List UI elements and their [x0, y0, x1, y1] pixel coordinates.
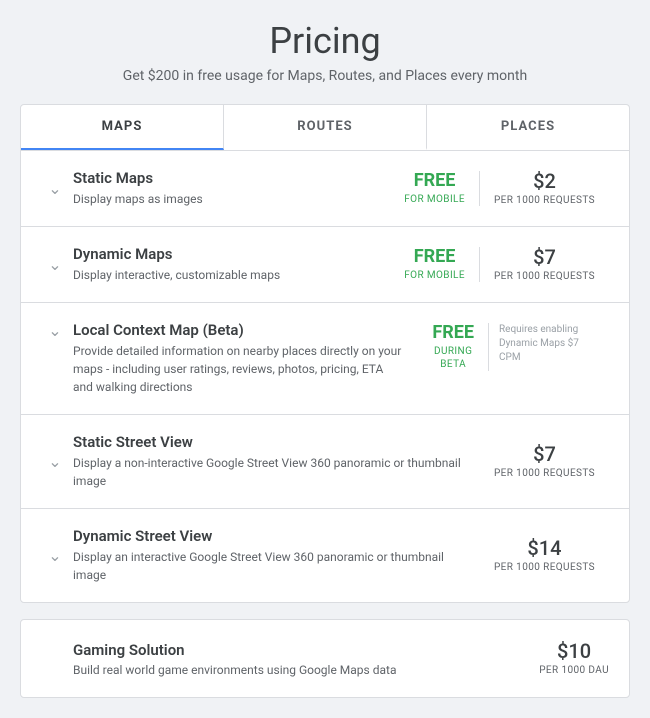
- static-street-view-title: Static Street View: [73, 433, 464, 451]
- static-maps-free-value: FREE: [404, 171, 465, 191]
- tab-places[interactable]: PLACES: [427, 105, 629, 150]
- chevron-static-maps[interactable]: ⌄: [41, 181, 69, 197]
- dynamic-street-view-pricing: $14 PER 1000 REQUESTS: [480, 537, 609, 574]
- row-local-context: ⌄ Local Context Map (Beta) Provide detai…: [21, 303, 629, 415]
- static-maps-free-label: FOR MOBILE: [404, 193, 465, 206]
- page-subtitle: Get $200 in free usage for Maps, Routes,…: [20, 68, 630, 84]
- static-street-view-pricing: $7 PER 1000 REQUESTS: [480, 443, 609, 480]
- dynamic-maps-pricing: FREE FOR MOBILE $7 PER 1000 REQUESTS: [390, 246, 609, 283]
- chevron-down-icon: ⌄: [48, 181, 61, 197]
- dynamic-maps-price-block: $7 PER 1000 REQUESTS: [480, 246, 609, 283]
- gaming-price-label: PER 1000 DAU: [539, 664, 609, 677]
- dynamic-maps-free-block: FREE FOR MOBILE: [390, 247, 480, 282]
- tab-maps[interactable]: MAPS: [21, 105, 224, 150]
- static-maps-price-block: $2 PER 1000 REQUESTS: [480, 170, 609, 207]
- local-context-free-value: FREE: [432, 323, 474, 343]
- static-street-view-price-block: $7 PER 1000 REQUESTS: [480, 443, 609, 480]
- chevron-static-street-view[interactable]: ⌄: [41, 454, 69, 470]
- row-dynamic-street-view: ⌄ Dynamic Street View Display an interac…: [21, 509, 629, 602]
- dynamic-maps-desc: Display interactive, customizable maps: [73, 266, 374, 284]
- local-context-free-label: DURING BETA: [432, 345, 474, 371]
- dynamic-street-view-price-label: PER 1000 REQUESTS: [494, 561, 595, 574]
- static-street-view-desc: Display a non-interactive Google Street …: [73, 454, 464, 490]
- dynamic-street-view-info: Dynamic Street View Display an interacti…: [69, 527, 480, 584]
- tabs-container: MAPS ROUTES PLACES: [21, 105, 629, 151]
- gaming-info: Gaming Solution Build real world game en…: [73, 641, 519, 677]
- dynamic-maps-free-label: FOR MOBILE: [404, 269, 465, 282]
- gaming-price-block: $10 PER 1000 DAU: [519, 640, 609, 677]
- local-context-free-block: FREE DURING BETA: [418, 323, 489, 371]
- static-maps-price-value: $2: [494, 170, 595, 192]
- static-maps-free-block: FREE FOR MOBILE: [390, 171, 480, 206]
- gaming-price-value: $10: [539, 640, 609, 662]
- row-static-maps: ⌄ Static Maps Display maps as images FRE…: [21, 151, 629, 227]
- gaming-title: Gaming Solution: [73, 641, 519, 659]
- chevron-dynamic-street-view[interactable]: ⌄: [41, 548, 69, 564]
- chevron-down-icon: ⌄: [48, 323, 61, 339]
- chevron-dynamic-maps[interactable]: ⌄: [41, 257, 69, 273]
- dynamic-street-view-title: Dynamic Street View: [73, 527, 464, 545]
- static-street-view-price-value: $7: [494, 443, 595, 465]
- static-street-view-info: Static Street View Display a non-interac…: [69, 433, 480, 490]
- local-context-note: Requires enabling Dynamic Maps $7 CPM: [489, 323, 609, 365]
- chevron-down-icon: ⌄: [48, 548, 61, 564]
- dynamic-maps-price-value: $7: [494, 246, 595, 268]
- local-context-title: Local Context Map (Beta): [73, 321, 402, 339]
- static-maps-desc: Display maps as images: [73, 190, 374, 208]
- row-static-street-view: ⌄ Static Street View Display a non-inter…: [21, 415, 629, 509]
- dynamic-street-view-desc: Display an interactive Google Street Vie…: [73, 548, 464, 584]
- chevron-down-icon: ⌄: [48, 257, 61, 273]
- static-street-view-price-label: PER 1000 REQUESTS: [494, 467, 595, 480]
- static-maps-pricing: FREE FOR MOBILE $2 PER 1000 REQUESTS: [390, 170, 609, 207]
- page-wrapper: Pricing Get $200 in free usage for Maps,…: [20, 20, 630, 698]
- gaming-desc: Build real world game environments using…: [73, 663, 519, 677]
- tab-routes[interactable]: ROUTES: [224, 105, 427, 150]
- local-context-desc: Provide detailed information on nearby p…: [73, 342, 402, 396]
- chevron-local-context[interactable]: ⌄: [41, 321, 69, 339]
- dynamic-maps-title: Dynamic Maps: [73, 245, 374, 263]
- page-header: Pricing Get $200 in free usage for Maps,…: [20, 20, 630, 84]
- dynamic-maps-price-label: PER 1000 REQUESTS: [494, 270, 595, 283]
- local-context-info: Local Context Map (Beta) Provide detaile…: [69, 321, 418, 396]
- local-context-pricing: FREE DURING BETA Requires enabling Dynam…: [418, 321, 609, 371]
- dynamic-maps-info: Dynamic Maps Display interactive, custom…: [69, 245, 390, 284]
- page-title: Pricing: [20, 20, 630, 62]
- dynamic-street-view-price-value: $14: [494, 537, 595, 559]
- row-dynamic-maps: ⌄ Dynamic Maps Display interactive, cust…: [21, 227, 629, 303]
- pricing-card: MAPS ROUTES PLACES ⌄ Static Maps Display…: [20, 104, 630, 603]
- dynamic-maps-free-value: FREE: [404, 247, 465, 267]
- static-maps-info: Static Maps Display maps as images: [69, 169, 390, 208]
- dynamic-street-view-price-block: $14 PER 1000 REQUESTS: [480, 537, 609, 574]
- gaming-card: Gaming Solution Build real world game en…: [20, 619, 630, 698]
- static-maps-price-label: PER 1000 REQUESTS: [494, 194, 595, 207]
- chevron-down-icon: ⌄: [48, 454, 61, 470]
- static-maps-title: Static Maps: [73, 169, 374, 187]
